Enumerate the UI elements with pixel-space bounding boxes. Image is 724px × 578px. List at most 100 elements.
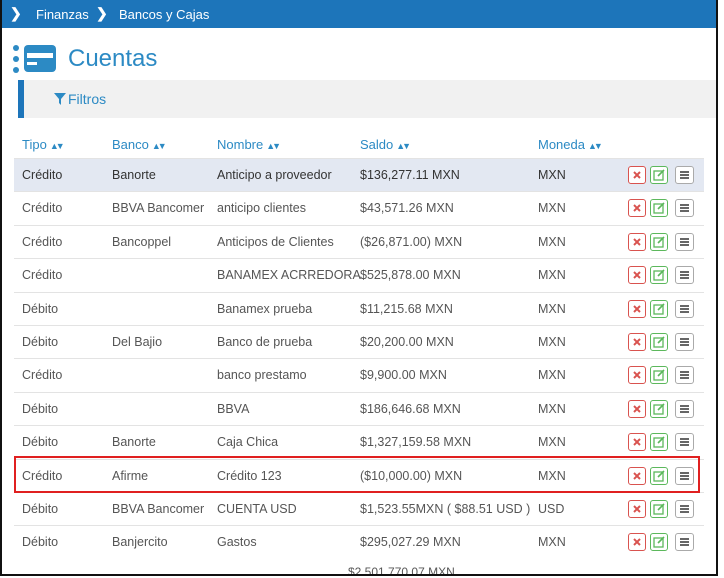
table-row[interactable]: Crédito banco prestamo $9,900.00 MXN MXN	[14, 358, 704, 391]
delete-button[interactable]	[628, 232, 646, 251]
menu-icon	[680, 171, 689, 179]
delete-button[interactable]	[628, 266, 646, 285]
cell-saldo: ($26,871.00) MXN	[360, 234, 463, 249]
row-actions	[628, 199, 708, 219]
header-banco[interactable]: Banco ▲▼	[112, 137, 167, 152]
breadcrumb-bancos-cajas[interactable]: Bancos y Cajas	[119, 7, 209, 22]
cell-saldo: $20,200.00 MXN	[360, 334, 454, 349]
menu-button[interactable]	[675, 533, 694, 552]
delete-button[interactable]	[628, 499, 646, 518]
breadcrumb: ❯ Finanzas ❯ Bancos y Cajas	[2, 0, 716, 28]
table-row[interactable]: Débito BBVA Bancomer CUENTA USD $1,523.55MX…	[14, 491, 704, 525]
menu-button[interactable]	[675, 499, 694, 518]
table-row[interactable]: Débito Banorte Caja Chica $1,327,159.58 MXN…	[14, 425, 704, 458]
cell-banco: Del Bajio	[112, 334, 163, 349]
table-row[interactable]: Débito BBVA $186,646.68 MXN MXN	[14, 391, 704, 425]
edit-icon	[653, 202, 665, 215]
table-row[interactable]: Crédito Bancoppel Anticipos de Clientes ($2…	[14, 224, 704, 258]
cell-tipo: Débito	[22, 301, 59, 316]
menu-button[interactable]	[675, 266, 694, 285]
table-row[interactable]: Crédito Banorte Anticipo a proveedor $136,2…	[14, 158, 704, 192]
edit-button[interactable]	[650, 266, 668, 285]
sort-icon: ▲▼	[587, 141, 603, 151]
edit-icon	[653, 403, 665, 415]
row-actions	[628, 299, 708, 320]
delete-button[interactable]	[628, 466, 646, 485]
delete-button[interactable]	[628, 399, 646, 418]
cell-banco: Banjercito	[112, 535, 168, 550]
breadcrumb-finanzas[interactable]: Finanzas	[36, 7, 89, 22]
row-actions	[628, 366, 708, 386]
delete-button[interactable]	[628, 433, 646, 452]
table-row[interactable]: Crédito BANAMEX ACRREDORA $525,878.00 MXN M…	[14, 258, 704, 291]
menu-icon	[680, 371, 689, 380]
cell-nombre: Caja Chica	[217, 435, 279, 450]
menu-button[interactable]	[675, 366, 694, 385]
edit-button[interactable]	[650, 332, 668, 351]
header-moneda[interactable]: Moneda ▲▼	[538, 137, 603, 152]
edit-button[interactable]	[650, 466, 668, 485]
cell-saldo: $186,646.68 MXN	[360, 401, 461, 416]
menu-button[interactable]	[675, 199, 694, 218]
table-row[interactable]: Crédito Afirme Crédito 123 ($10,000.00) MXN…	[14, 458, 704, 492]
edit-button[interactable]	[650, 433, 668, 452]
cell-moneda: MXN	[538, 334, 566, 349]
edit-button[interactable]	[650, 499, 668, 518]
menu-icon	[680, 204, 689, 213]
filters-bar[interactable]: Filtros	[18, 80, 716, 118]
cell-moneda: MXN	[538, 468, 566, 483]
delete-button[interactable]	[628, 366, 646, 385]
delete-button[interactable]	[628, 533, 646, 552]
edit-button[interactable]	[650, 366, 668, 385]
edit-button[interactable]	[650, 299, 668, 318]
menu-icon	[680, 304, 689, 313]
app-frame: ❯ Finanzas ❯ Bancos y Cajas Cuentas Filt…	[0, 0, 718, 576]
edit-icon	[653, 236, 665, 248]
edit-button[interactable]	[650, 533, 668, 552]
cell-tipo: Débito	[22, 501, 59, 516]
edit-icon	[653, 436, 665, 448]
menu-icon	[680, 538, 689, 547]
edit-button[interactable]	[650, 399, 668, 418]
delete-button[interactable]	[628, 199, 646, 218]
menu-button[interactable]	[675, 399, 694, 418]
sort-icon: ▲▼	[266, 141, 281, 151]
cell-tipo: Débito	[22, 334, 59, 349]
filters-label[interactable]: Filtros	[68, 91, 106, 107]
sort-icon: ▲▼	[49, 141, 65, 151]
edit-button[interactable]	[650, 166, 668, 184]
cell-tipo: Débito	[22, 401, 59, 416]
header-nombre[interactable]: Nombre ▲▼	[217, 137, 281, 152]
cell-banco: Bancoppel	[112, 234, 172, 249]
partial-row-saldo: $2,501,770.07 MXN	[348, 565, 455, 576]
menu-button[interactable]	[675, 466, 694, 485]
table-row[interactable]: Débito Banamex prueba $11,215.68 MXN MXN	[14, 291, 704, 325]
menu-button[interactable]	[675, 332, 694, 351]
cell-nombre: CUENTA USD	[217, 501, 297, 516]
delete-button[interactable]	[628, 166, 646, 184]
table-row[interactable]: Débito Banjercito Gastos $295,027.29 MXN MXN	[14, 525, 704, 558]
table-row[interactable]: Crédito BBVA Bancomer anticipo clientes $43…	[14, 191, 704, 224]
cell-banco: BBVA Bancomer	[112, 501, 205, 516]
edit-button[interactable]	[650, 232, 668, 251]
menu-button[interactable]	[675, 166, 694, 184]
header-tipo[interactable]: Tipo ▲▼	[22, 137, 65, 152]
menu-button[interactable]	[675, 433, 694, 452]
delete-icon	[633, 538, 641, 547]
delete-button[interactable]	[628, 299, 646, 318]
delete-button[interactable]	[628, 332, 646, 351]
cell-tipo: Débito	[22, 535, 59, 550]
header-saldo[interactable]: Saldo ▲▼	[360, 137, 411, 152]
row-actions	[628, 433, 708, 453]
table-row[interactable]: Débito Del Bajio Banco de prueba $20,200.00…	[14, 324, 704, 358]
cell-moneda: USD	[538, 501, 565, 516]
menu-button[interactable]	[675, 232, 694, 251]
chevron-right-icon: ❯	[10, 5, 22, 21]
cell-banco: Banorte	[112, 168, 156, 182]
cell-saldo: $1,523.55MXN ( $88.51 USD )	[360, 501, 531, 516]
cell-saldo: $9,900.00 MXN	[360, 368, 447, 383]
menu-button[interactable]	[675, 299, 694, 318]
edit-button[interactable]	[650, 199, 668, 218]
cell-tipo: Crédito	[22, 201, 63, 216]
cell-saldo: $1,327,159.58 MXN	[360, 435, 472, 450]
